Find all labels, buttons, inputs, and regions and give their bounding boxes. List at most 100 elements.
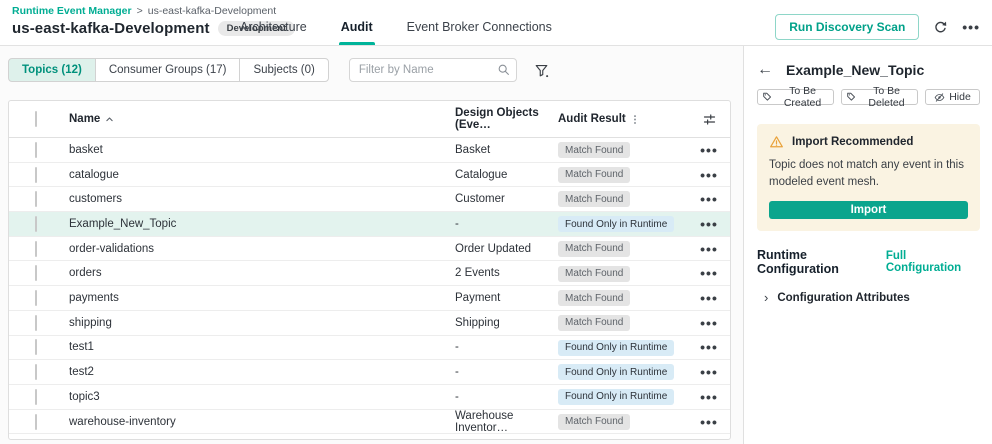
design-object: Basket <box>455 143 491 156</box>
filter-funnel-icon <box>534 63 549 78</box>
import-recommended-callout: Import Recommended Topic does not match … <box>757 124 980 232</box>
row-more-options-button[interactable]: ••• <box>700 365 718 379</box>
column-settings-button[interactable] <box>702 112 717 127</box>
topic-name: customers <box>69 193 123 206</box>
row-more-options-button[interactable]: ••• <box>700 415 718 429</box>
more-options-icon: ••• <box>700 191 718 208</box>
select-all-checkbox[interactable] <box>35 111 37 127</box>
table-row[interactable]: payments Payment Match Found ••• <box>9 286 730 311</box>
row-checkbox[interactable] <box>35 166 37 183</box>
more-options-icon: ••• <box>700 314 718 331</box>
more-options-button[interactable]: ••• <box>962 20 980 34</box>
more-options-icon: ••• <box>700 289 718 306</box>
topic-name: orders <box>69 267 102 280</box>
breadcrumb-link-runtime-event-manager[interactable]: Runtime Event Manager <box>12 5 132 17</box>
to-be-created-button[interactable]: To Be Created <box>757 85 834 109</box>
sort-ascending-icon <box>106 116 114 121</box>
import-button[interactable]: Import <box>769 201 968 220</box>
filter-funnel-button[interactable] <box>534 63 549 78</box>
filter-by-name-input[interactable] <box>348 58 517 82</box>
more-options-icon: ••• <box>700 388 718 405</box>
back-arrow-icon[interactable]: ← <box>757 62 773 78</box>
audit-result-badge: Match Found <box>558 314 631 331</box>
table-row[interactable]: test2 - Found Only in Runtime ••• <box>9 360 730 385</box>
audit-result-badge: Found Only in Runtime <box>558 339 675 356</box>
table-row[interactable]: shipping Shipping Match Found ••• <box>9 311 730 336</box>
refresh-button[interactable] <box>933 20 948 35</box>
table-row[interactable]: order-validations Order Updated Match Fo… <box>9 237 730 262</box>
table-row[interactable]: customers Customer Match Found ••• <box>9 187 730 213</box>
table-row[interactable]: catalogue Catalogue Match Found ••• <box>9 163 730 188</box>
topic-name: topic3 <box>69 390 100 403</box>
tag-icon <box>762 92 772 102</box>
design-object: 2 Events <box>455 267 500 280</box>
hide-eye-icon <box>934 92 945 103</box>
run-discovery-scan-button[interactable]: Run Discovery Scan <box>775 14 920 40</box>
row-checkbox[interactable] <box>35 265 37 282</box>
row-checkbox[interactable] <box>35 339 37 356</box>
row-more-options-button[interactable]: ••• <box>700 340 718 354</box>
topic-name: order-validations <box>69 242 155 255</box>
refresh-icon <box>933 20 948 35</box>
table-row[interactable]: orders 2 Events Match Found ••• <box>9 261 730 287</box>
row-more-options-button[interactable]: ••• <box>700 143 718 157</box>
table-row[interactable]: test1 - Found Only in Runtime ••• <box>9 336 730 361</box>
row-checkbox[interactable] <box>35 289 37 306</box>
segment-subjects[interactable]: Subjects (0) <box>239 58 329 82</box>
topic-name: shipping <box>69 316 112 329</box>
more-options-icon: ••• <box>700 215 718 232</box>
row-checkbox[interactable] <box>35 413 37 430</box>
filter-row: Topics (12) Consumer Groups (17) Subject… <box>0 46 743 84</box>
top-bar: Runtime Event Manager > us-east-kafka-De… <box>0 0 992 46</box>
tab-architecture[interactable]: Architecture <box>238 14 309 45</box>
row-more-options-button[interactable]: ••• <box>700 242 718 256</box>
table-row[interactable]: warehouse-inventory Warehouse Inventor… … <box>9 410 730 435</box>
tag-icon <box>846 92 856 102</box>
more-options-icon: ••• <box>962 19 980 35</box>
column-header-audit-result[interactable]: Audit Result <box>558 113 688 125</box>
row-checkbox[interactable] <box>35 314 37 331</box>
design-object: Warehouse Inventor… <box>455 409 514 434</box>
audit-result-badge: Found Only in Runtime <box>558 216 675 233</box>
row-more-options-button[interactable]: ••• <box>700 390 718 404</box>
table-row[interactable]: basket Basket Match Found ••• <box>9 138 730 163</box>
row-more-options-button[interactable]: ••• <box>700 168 718 182</box>
row-more-options-button[interactable]: ••• <box>700 266 718 280</box>
row-checkbox[interactable] <box>35 141 37 158</box>
row-checkbox[interactable] <box>35 240 37 257</box>
hide-button[interactable]: Hide <box>925 89 980 105</box>
row-checkbox[interactable] <box>35 364 37 381</box>
row-checkbox[interactable] <box>35 388 37 405</box>
tab-bar: Architecture Audit Event Broker Connecti… <box>238 14 554 45</box>
configuration-attributes-label: Configuration Attributes <box>777 291 910 304</box>
table-body: basket Basket Match Found ••• catalogue … <box>9 138 730 435</box>
column-settings-icon <box>702 112 717 127</box>
breadcrumb-separator: > <box>136 5 143 17</box>
more-options-icon: ••• <box>700 240 718 257</box>
configuration-attributes-expander[interactable]: › Configuration Attributes <box>757 291 980 304</box>
topic-name: basket <box>69 143 103 156</box>
design-object: Shipping <box>455 316 500 329</box>
design-object: Payment <box>455 291 501 304</box>
segment-topics[interactable]: Topics (12) <box>8 58 96 82</box>
row-more-options-button[interactable]: ••• <box>700 291 718 305</box>
row-checkbox[interactable] <box>35 191 37 208</box>
audit-result-badge: Match Found <box>558 191 631 208</box>
warning-message: Topic does not match any event in this m… <box>769 159 964 188</box>
topic-name: catalogue <box>69 168 119 181</box>
row-checkbox[interactable] <box>35 215 37 232</box>
table-row[interactable]: Example_New_Topic - Found Only in Runtim… <box>9 212 730 237</box>
segment-consumer-groups[interactable]: Consumer Groups (17) <box>94 58 241 82</box>
column-header-design-objects[interactable]: Design Objects (Eve… <box>455 107 558 131</box>
tab-audit[interactable]: Audit <box>338 14 375 45</box>
row-more-options-button[interactable]: ••• <box>700 316 718 330</box>
column-header-name[interactable]: Name <box>69 113 455 125</box>
row-more-options-button[interactable]: ••• <box>700 192 718 206</box>
row-more-options-button[interactable]: ••• <box>700 217 718 231</box>
tab-event-broker-connections[interactable]: Event Broker Connections <box>405 14 554 45</box>
full-configuration-link[interactable]: Full Configuration <box>886 250 980 274</box>
to-be-deleted-button[interactable]: To Be Deleted <box>841 85 918 109</box>
audit-result-badge: Match Found <box>558 413 631 430</box>
table-row[interactable]: topic3 - Found Only in Runtime ••• <box>9 385 730 410</box>
warning-title: Import Recommended <box>792 136 914 148</box>
